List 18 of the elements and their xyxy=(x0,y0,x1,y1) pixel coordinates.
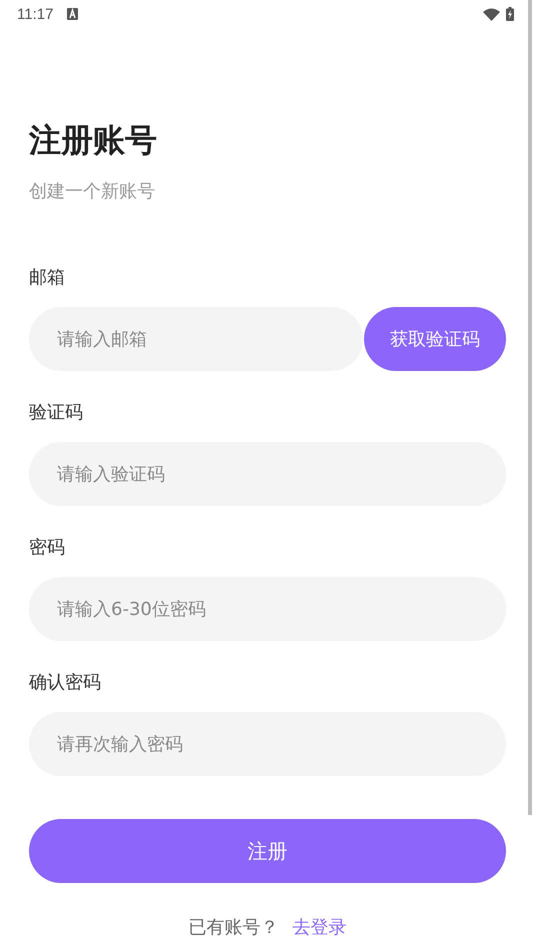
footer-text: 已有账号？ xyxy=(188,916,278,939)
field-label: 邮箱 xyxy=(29,266,66,290)
page-title: 注册账号 xyxy=(29,120,158,160)
battery-charging-icon xyxy=(506,7,514,21)
input-field[interactable]: 请输入6-30位密码 xyxy=(29,577,506,641)
field-label: 确认密码 xyxy=(29,671,102,695)
status-time: 11:17 xyxy=(17,6,54,22)
input-field[interactable]: 请再次输入密码 xyxy=(29,712,506,776)
get-code-button[interactable]: 获取验证码 xyxy=(364,307,506,371)
register-button[interactable]: 注册 xyxy=(29,819,506,883)
field-label: 验证码 xyxy=(29,401,84,425)
wifi-icon xyxy=(483,8,500,20)
input-field[interactable]: 请输入验证码 xyxy=(29,442,506,506)
login-link[interactable]: 去登录 xyxy=(292,915,346,939)
field-label: 密码 xyxy=(29,536,66,560)
input-field[interactable]: 请输入邮箱 xyxy=(29,307,363,371)
page-subtitle: 创建一个新账号 xyxy=(29,180,156,204)
keyboard-notification-icon xyxy=(67,8,78,20)
